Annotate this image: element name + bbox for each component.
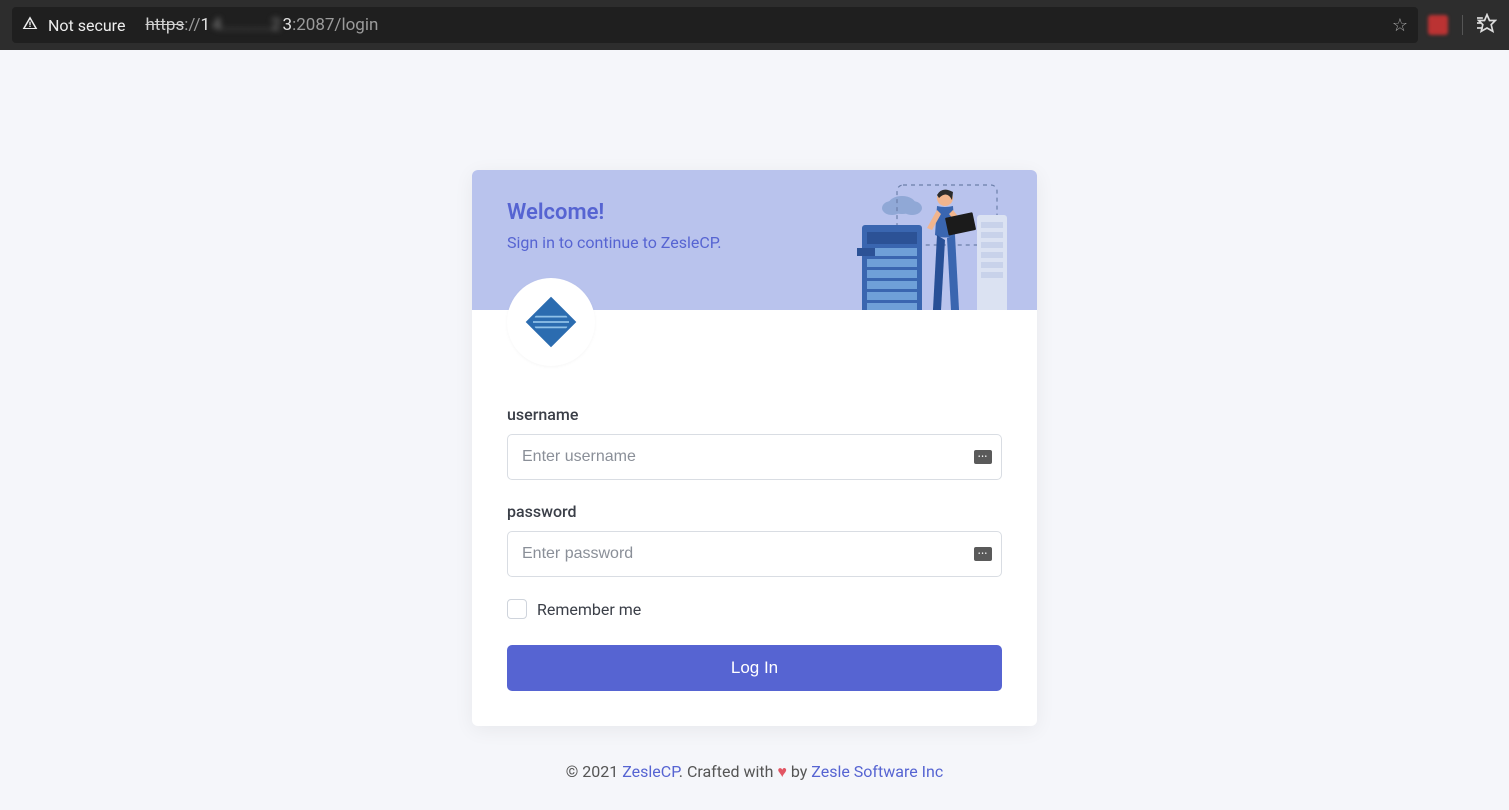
username-label: username xyxy=(507,405,1002,424)
warning-icon xyxy=(22,15,38,35)
username-input[interactable] xyxy=(507,434,1002,480)
password-input-wrap: ••• xyxy=(507,531,1002,577)
password-manager-icon[interactable]: ••• xyxy=(974,450,992,464)
password-input[interactable] xyxy=(507,531,1002,577)
login-button[interactable]: Log In xyxy=(507,645,1002,691)
not-secure-label: Not secure xyxy=(48,16,125,35)
footer-copyright: © 2021 xyxy=(566,762,622,781)
browser-toolbar-right xyxy=(1428,13,1497,38)
footer-company-link[interactable]: Zesle Software Inc xyxy=(811,762,943,781)
footer-by: by xyxy=(787,762,811,781)
server-illustration xyxy=(847,180,1017,310)
toolbar-divider xyxy=(1462,15,1463,35)
remember-me-label: Remember me xyxy=(537,600,641,619)
heart-icon: ♥ xyxy=(777,762,787,781)
login-form: username ••• password ••• Remember me Lo… xyxy=(472,310,1037,726)
url-scheme: https xyxy=(145,15,184,35)
browser-address-bar: Not secure https://14...........23:2087/… xyxy=(0,0,1509,50)
password-manager-icon[interactable]: ••• xyxy=(974,547,992,561)
bookmark-star-icon[interactable]: ☆ xyxy=(1382,15,1418,36)
remember-me-row: Remember me xyxy=(507,599,1002,619)
footer: © 2021 ZesleCP. Crafted with ♥ by Zesle … xyxy=(566,762,943,782)
footer-crafted: . Crafted with xyxy=(679,762,778,781)
username-input-wrap: ••• xyxy=(507,434,1002,480)
extension-icon[interactable] xyxy=(1428,15,1448,35)
zesle-logo-icon xyxy=(524,295,578,349)
login-card: Welcome! Sign in to continue to ZesleCP. xyxy=(472,170,1037,726)
page-content: Welcome! Sign in to continue to ZesleCP. xyxy=(0,50,1509,810)
footer-brand-link[interactable]: ZesleCP xyxy=(622,762,679,781)
password-label: password xyxy=(507,502,1002,521)
brand-logo xyxy=(507,278,595,366)
url-input[interactable]: https://14...........23:2087/login ☆ xyxy=(135,7,1418,43)
remember-me-checkbox[interactable] xyxy=(507,599,527,619)
favorites-icon[interactable] xyxy=(1477,13,1497,38)
security-badge[interactable]: Not secure xyxy=(12,7,135,43)
